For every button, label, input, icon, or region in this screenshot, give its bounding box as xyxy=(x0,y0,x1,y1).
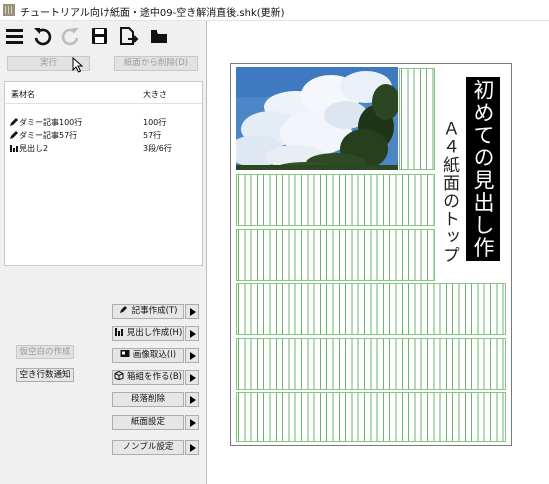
page-settings-arrow[interactable] xyxy=(185,415,199,430)
sky-photo[interactable] xyxy=(236,67,398,170)
pencil-icon xyxy=(9,130,19,140)
header-divider xyxy=(5,103,202,104)
open-folder-icon[interactable] xyxy=(148,25,170,47)
notify-blank-lines-button[interactable]: 空き行数通知 xyxy=(16,368,74,382)
box-create-group: 箱組を作る(B) xyxy=(112,370,199,385)
delete-section-group: 段落削除 xyxy=(112,392,199,407)
save-icon[interactable] xyxy=(89,25,111,47)
menu-icon[interactable] xyxy=(4,25,26,47)
list-item-name: ダミー記事100行 xyxy=(19,118,83,127)
article-create-button[interactable]: 記事作成(T) xyxy=(112,304,184,319)
toolbar xyxy=(0,21,206,49)
column-header-name[interactable]: 素材名 xyxy=(11,89,35,100)
article-create-label: 記事作成(T) xyxy=(131,306,178,316)
bar-chart-icon xyxy=(114,327,124,336)
list-item-name: ダミー記事57行 xyxy=(19,131,78,140)
title-bar: チュートリアル向け紙面・途中09-空き解消直後.shk(更新) xyxy=(0,0,549,21)
pencil-icon xyxy=(119,305,129,314)
box-create-button[interactable]: 箱組を作る(B) xyxy=(112,370,184,385)
heading-create-group: 見出し作成(H) xyxy=(112,326,199,341)
article-create-arrow[interactable] xyxy=(185,304,199,319)
export-icon[interactable] xyxy=(117,25,139,47)
page-settings-group: 紙面設定 xyxy=(112,415,199,430)
text-column-block[interactable] xyxy=(236,392,506,442)
image-import-label: 画像取込(I) xyxy=(132,350,177,360)
materials-list[interactable]: 素材名 大きさ ダミー記事100行 100行 ダミー記事57行 57行 見出し2… xyxy=(4,81,203,266)
bar-chart-icon xyxy=(9,143,19,153)
heading-create-button[interactable]: 見出し作成(H) xyxy=(112,326,184,341)
nonbull-settings-group: ノンブル設定 xyxy=(112,440,199,455)
text-column-block[interactable] xyxy=(399,68,435,170)
image-icon xyxy=(120,349,130,358)
delete-section-arrow[interactable] xyxy=(185,392,199,407)
article-create-group: 記事作成(T) xyxy=(112,304,199,319)
text-column-block[interactable] xyxy=(236,283,506,335)
redo-icon[interactable] xyxy=(60,25,82,47)
list-item-size: 57行 xyxy=(143,131,162,140)
window-title: チュートリアル向け紙面・途中09-空き解消直後.shk(更新) xyxy=(20,8,285,19)
pencil-icon xyxy=(9,117,19,127)
delete-section-button[interactable]: 段落削除 xyxy=(112,392,184,407)
create-fake-blank-button[interactable]: 仮空白の作成 xyxy=(16,345,74,359)
box-create-arrow[interactable] xyxy=(185,370,199,385)
list-item-size: 3段/6行 xyxy=(143,144,172,153)
image-import-group: 画像取込(I) xyxy=(112,348,199,363)
nonbull-settings-button[interactable]: ノンブル設定 xyxy=(112,440,184,455)
column-header-size[interactable]: 大きさ xyxy=(143,89,167,100)
undo-icon[interactable] xyxy=(31,25,53,47)
text-column-block[interactable] xyxy=(236,338,506,390)
text-column-block[interactable] xyxy=(236,229,435,281)
nonbull-settings-arrow[interactable] xyxy=(185,440,199,455)
box-icon xyxy=(114,371,124,380)
app-icon xyxy=(3,4,15,16)
mouse-cursor-icon xyxy=(72,56,84,73)
list-item[interactable]: 見出し2 3段/6行 xyxy=(7,143,198,154)
list-item-size: 100行 xyxy=(143,118,167,127)
headline-text: 初めての見出し作り xyxy=(471,79,495,282)
heading-create-arrow[interactable] xyxy=(185,326,199,341)
image-import-button[interactable]: 画像取込(I) xyxy=(112,348,184,363)
headline-box[interactable]: 初めての見出し作り xyxy=(466,77,500,282)
list-item[interactable]: ダミー記事57行 57行 xyxy=(7,130,198,141)
page-settings-button[interactable]: 紙面設定 xyxy=(112,415,184,430)
list-item[interactable]: ダミー記事100行 100行 xyxy=(7,117,198,128)
box-create-label: 箱組を作る(B) xyxy=(127,372,182,382)
remove-from-page-button[interactable]: 紙面から削除(D) xyxy=(114,56,198,71)
subtitle-text[interactable]: Ａ４紙面のトップ xyxy=(436,120,462,265)
text-column-block[interactable] xyxy=(236,174,435,226)
heading-create-label: 見出し作成(H) xyxy=(126,328,183,338)
image-import-arrow[interactable] xyxy=(185,348,199,363)
list-item-name: 見出し2 xyxy=(19,144,49,153)
